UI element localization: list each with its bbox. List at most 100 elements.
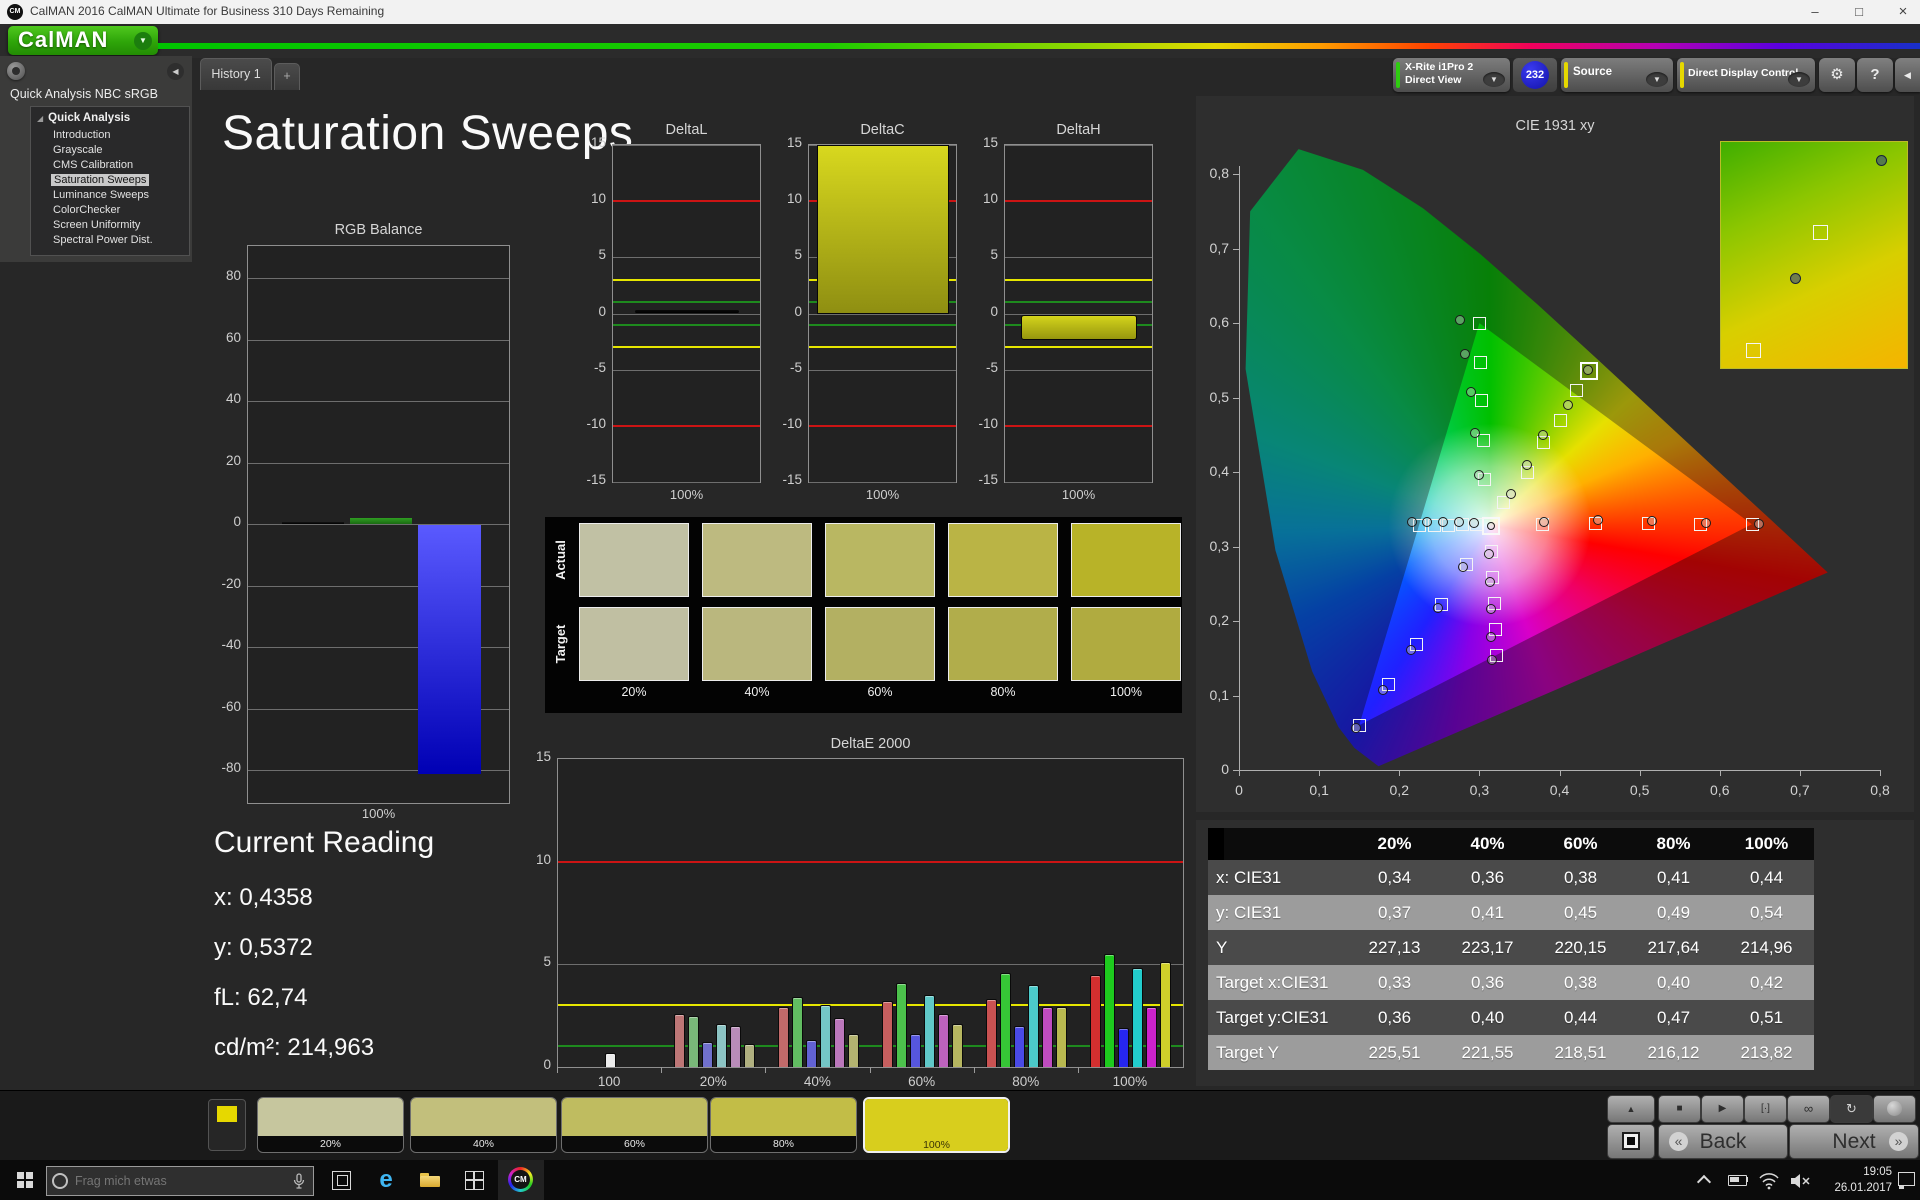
- wifi-icon[interactable]: [1754, 1160, 1784, 1200]
- panel-up-button[interactable]: ▲: [1607, 1095, 1655, 1123]
- task-view-button[interactable]: [322, 1160, 362, 1200]
- settings-button[interactable]: ⚙: [1819, 58, 1855, 92]
- back-button[interactable]: « Back: [1658, 1124, 1788, 1159]
- table-corner-cell: [1208, 828, 1224, 860]
- extra-transport-button[interactable]: [1873, 1095, 1916, 1123]
- gridline: [613, 481, 760, 483]
- page-title: Saturation Sweeps: [222, 107, 634, 160]
- play-button[interactable]: ▶: [1701, 1095, 1744, 1123]
- search-input[interactable]: [73, 1169, 277, 1193]
- cie-measured-magenta: [1483, 548, 1494, 559]
- microphone-icon: [293, 1173, 305, 1189]
- rgb-bar-blue: [418, 525, 481, 775]
- table-header-60: 60%: [1563, 834, 1598, 853]
- source-status-bar: [1564, 62, 1568, 88]
- stimulus-swatch-80[interactable]: 80%: [710, 1097, 857, 1153]
- stimulus-swatch-40[interactable]: 40%: [410, 1097, 557, 1153]
- calman-menu-button[interactable]: CalMAN ▼: [8, 26, 158, 55]
- battery-icon[interactable]: [1722, 1160, 1752, 1200]
- action-center-icon[interactable]: [1896, 1160, 1920, 1200]
- tree-expand-icon[interactable]: ◢: [37, 114, 43, 123]
- y-tick-label: -20: [221, 575, 241, 591]
- source-dropdown[interactable]: Source ▼: [1561, 58, 1673, 92]
- sidebar-item-spectral-power-dist[interactable]: Spectral Power Dist.: [53, 234, 153, 246]
- x-tick-label: 80%: [1012, 1074, 1040, 1089]
- stop-button[interactable]: ■: [1658, 1095, 1701, 1123]
- y-tick: [1233, 770, 1239, 771]
- swatch-label: 80%: [711, 1136, 856, 1152]
- delta-e-bar: [1160, 962, 1172, 1067]
- tree-root-item[interactable]: ◢ Quick Analysis: [37, 112, 130, 124]
- x-tick-label: 0,6: [1710, 782, 1730, 798]
- x-tick: [1399, 770, 1401, 776]
- x-tick-label: 0,8: [1870, 782, 1890, 798]
- layout-nav-button[interactable]: [7, 62, 25, 80]
- y-tick-label: 15: [590, 135, 606, 151]
- calman-taskbar-icon[interactable]: CM: [498, 1160, 544, 1200]
- sidebar-item-luminance-sweeps[interactable]: Luminance Sweeps: [53, 189, 149, 201]
- stimulus-swatch-100[interactable]: 100%: [863, 1097, 1010, 1153]
- file-explorer-icon[interactable]: [410, 1160, 450, 1200]
- tray-expand-icon[interactable]: [1688, 1160, 1718, 1200]
- sidebar-item-colorchecker[interactable]: ColorChecker: [53, 204, 120, 216]
- table-value: 0,40: [1470, 1008, 1505, 1027]
- sidebar-item-introduction[interactable]: Introduction: [53, 129, 110, 141]
- taskbar-search[interactable]: [46, 1166, 314, 1196]
- meter-dropdown[interactable]: X-Rite i1Pro 2 Direct View ▼: [1393, 58, 1510, 92]
- table-row-target-y-cie31: Target y:CIE31 0,36 0,40 0,44 0,47 0,51: [1208, 1000, 1814, 1035]
- workflow-tree: ◢ Quick Analysis Introduction Grayscale CMS …: [30, 106, 190, 256]
- stimulus-color-chip: [217, 1106, 237, 1122]
- delta-e-bar: [924, 995, 936, 1067]
- sidebar-item-screen-uniformity[interactable]: Screen Uniformity: [53, 219, 140, 231]
- tab-add-button[interactable]: +: [274, 63, 300, 90]
- swatch-label: 20%: [258, 1136, 403, 1152]
- next-button[interactable]: Next »: [1789, 1124, 1919, 1159]
- stimulus-swatch-20[interactable]: 20%: [257, 1097, 404, 1153]
- refresh-button[interactable]: ↻: [1830, 1095, 1873, 1123]
- table-header-100: 100%: [1744, 834, 1789, 853]
- next-label: Next: [1832, 1130, 1876, 1153]
- gridline: [1005, 145, 1152, 147]
- stimulus-swatch-60[interactable]: 60%: [561, 1097, 708, 1153]
- cie-measured-magenta: [1485, 604, 1496, 615]
- delta-c-xlabel: 100%: [865, 487, 900, 502]
- table-value: 213,82: [1740, 1043, 1793, 1062]
- y-tick-label: 15: [786, 135, 802, 151]
- reference-line: [1005, 200, 1152, 203]
- clock-date: 26.01.2017: [1834, 1182, 1892, 1194]
- stop-pattern-button[interactable]: [1607, 1124, 1655, 1159]
- delta-e-chart: [557, 758, 1184, 1068]
- delta-e-bar: [1118, 1027, 1130, 1067]
- delta-l-chart: [612, 144, 761, 483]
- sidebar-item-grayscale[interactable]: Grayscale: [53, 144, 103, 156]
- tree-root-label: Quick Analysis: [48, 112, 131, 124]
- y-tick-label: 5: [598, 247, 606, 263]
- app-grid-icon[interactable]: [454, 1160, 494, 1200]
- minimize-button[interactable]: –: [1798, 0, 1832, 24]
- sidebar-collapse-button[interactable]: ◀: [167, 63, 184, 80]
- continuous-measure-button[interactable]: ∞: [1787, 1095, 1830, 1123]
- actual-swatch-60: [825, 523, 935, 597]
- maximize-button[interactable]: □: [1842, 0, 1876, 24]
- sidebar-item-saturation-sweeps[interactable]: Saturation Sweeps: [51, 174, 150, 186]
- x-tick-label: 0,3: [1469, 782, 1490, 798]
- display-control-dropdown[interactable]: Direct Display Control ▼: [1677, 58, 1815, 92]
- target-swatch-100: [1071, 607, 1181, 681]
- reference-line: [809, 346, 956, 349]
- cie-measured-blue: [1458, 561, 1469, 572]
- taskbar-clock[interactable]: 19:05 26.01.2017: [1808, 1164, 1892, 1196]
- y-tick-label: -10: [782, 415, 802, 431]
- edge-browser-icon[interactable]: e: [366, 1160, 406, 1200]
- current-reading-title: Current Reading: [214, 826, 435, 859]
- panel-collapse-button[interactable]: ◀: [1895, 58, 1920, 92]
- stimulus-preview-button[interactable]: [208, 1099, 246, 1151]
- close-button[interactable]: ×: [1886, 0, 1920, 24]
- single-measure-button[interactable]: [·]: [1744, 1095, 1787, 1123]
- tab-history-1[interactable]: History 1: [200, 58, 272, 90]
- sidebar-item-cms-calibration[interactable]: CMS Calibration: [53, 159, 133, 171]
- gridline: [248, 401, 509, 402]
- y-tick: [1233, 174, 1239, 175]
- start-button[interactable]: [6, 1160, 46, 1200]
- help-button[interactable]: ?: [1857, 58, 1893, 92]
- swatch-color: [865, 1099, 1008, 1137]
